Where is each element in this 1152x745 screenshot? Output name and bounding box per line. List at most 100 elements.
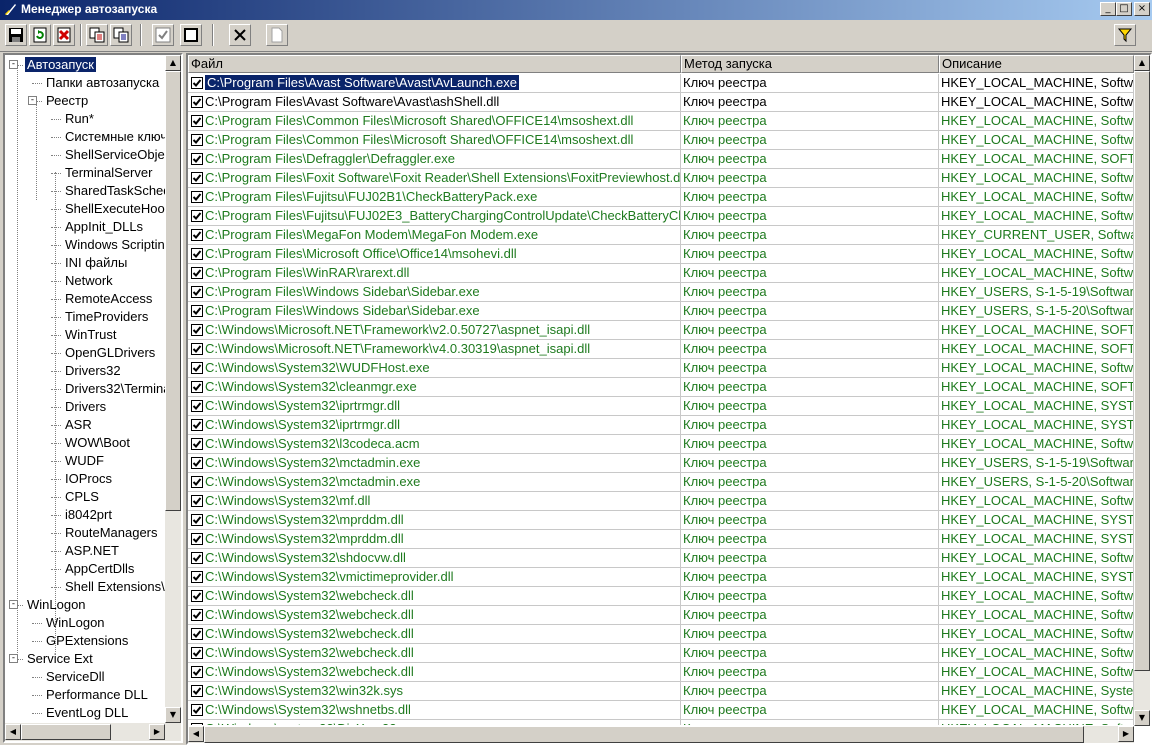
tree-item[interactable]: Реестр — [44, 92, 90, 110]
table-row[interactable]: C:\Windows\Microsoft.NET\Framework\v4.0.… — [188, 340, 1134, 359]
table-row[interactable]: C:\Program Files\Fujitsu\FUJ02E3_Battery… — [188, 207, 1134, 226]
scroll-left-arrow-icon[interactable]: ◀ — [188, 726, 204, 742]
tree-item[interactable]: AppInit_DLLs — [63, 218, 145, 236]
enabled-checkbox[interactable] — [191, 305, 203, 317]
scroll-thumb[interactable] — [204, 726, 1084, 743]
tree-item[interactable]: Drivers32\Terminal — [63, 380, 167, 398]
tree-item[interactable]: RouteManagers — [63, 524, 160, 542]
table-row[interactable]: C:\Windows\System32\mprddm.dll Ключ реест… — [188, 530, 1134, 549]
scroll-down-arrow-icon[interactable]: ▼ — [1134, 710, 1150, 726]
scroll-thumb[interactable] — [165, 71, 181, 511]
scroll-thumb[interactable] — [21, 724, 111, 740]
table-row[interactable]: C:\Windows\System32\webcheck.dll Ключ рее… — [188, 587, 1134, 606]
tree-item[interactable]: Папки автозапуска — [44, 74, 161, 92]
delete-button[interactable] — [53, 24, 75, 46]
enabled-checkbox[interactable] — [191, 96, 203, 108]
enabled-checkbox[interactable] — [191, 362, 203, 374]
table-row[interactable]: C:\Windows\Microsoft.NET\Framework\v2.0.… — [188, 321, 1134, 340]
tree-item[interactable]: Performance DLL — [44, 686, 150, 704]
table-row[interactable]: C:\Program Files\Common Files\Microsoft … — [188, 131, 1134, 150]
enabled-checkbox[interactable] — [191, 647, 203, 659]
table-row[interactable]: C:\Program Files\WinRAR\rarext.dll Ключ р… — [188, 264, 1134, 283]
enabled-checkbox[interactable] — [191, 134, 203, 146]
scroll-thumb[interactable] — [1134, 71, 1150, 671]
enabled-checkbox[interactable] — [191, 723, 203, 725]
autorun-list[interactable]: Файл Метод запуска Описание C:\Program F… — [186, 53, 1152, 745]
save-button[interactable] — [5, 24, 27, 46]
enabled-checkbox[interactable] — [191, 514, 203, 526]
tree-item[interactable]: Drivers32 — [63, 362, 123, 380]
tree-item[interactable]: WUDF — [63, 452, 106, 470]
table-row[interactable]: C:\Windows\System32\mprddm.dll Ключ реест… — [188, 511, 1134, 530]
tree-item[interactable]: Drivers — [63, 398, 108, 416]
uncheck-button[interactable] — [180, 24, 202, 46]
enabled-checkbox[interactable] — [191, 210, 203, 222]
title-bar[interactable]: Менеджер автозапуска _ □ × — [0, 0, 1152, 20]
copy-button[interactable] — [86, 24, 108, 46]
table-row[interactable]: C:\Windows\System32\mctadmin.exe Ключ рее… — [188, 473, 1134, 492]
enabled-checkbox[interactable] — [191, 381, 203, 393]
enabled-checkbox[interactable] — [191, 609, 203, 621]
scroll-left-arrow-icon[interactable]: ◀ — [5, 724, 21, 740]
enabled-checkbox[interactable] — [191, 172, 203, 184]
column-header-file[interactable]: Файл — [188, 55, 681, 73]
tree-item[interactable]: ASP.NET — [63, 542, 121, 560]
enabled-checkbox[interactable] — [191, 571, 203, 583]
category-tree[interactable]: Автозапуск - Папки автозапуска Реестр - Run* С… — [3, 53, 183, 743]
enabled-checkbox[interactable] — [191, 685, 203, 697]
table-row[interactable]: C:\Windows\System32\l3codeca.acm Ключ рее… — [188, 435, 1134, 454]
table-row[interactable]: C:\Windows\System32\mctadmin.exe Ключ рее… — [188, 454, 1134, 473]
enabled-checkbox[interactable] — [191, 248, 203, 260]
tree-item[interactable]: Системные ключи — [63, 128, 167, 146]
tree-item[interactable]: TimeProviders — [63, 308, 150, 326]
tree-item[interactable]: OpenGLDrivers — [63, 344, 157, 362]
column-header-method[interactable]: Метод запуска — [681, 55, 939, 73]
table-row[interactable]: C:\Windows\system32\DivXsm32.acm Ключ рее… — [188, 720, 1134, 725]
tree-item[interactable]: EventLog DLL — [44, 704, 130, 722]
scroll-right-arrow-icon[interactable]: ▶ — [1118, 726, 1134, 742]
close-button[interactable]: × — [1134, 2, 1150, 16]
scroll-up-arrow-icon[interactable]: ▲ — [1134, 55, 1150, 71]
tree-item[interactable]: Автозапуск — [25, 56, 96, 74]
enabled-checkbox[interactable] — [191, 115, 203, 127]
tree-item[interactable]: ServiceDll — [44, 668, 107, 686]
table-row[interactable]: C:\Program Files\Windows Sidebar\Sidebar… — [188, 302, 1134, 321]
tree-item[interactable]: ShellExecuteHooks — [63, 200, 167, 218]
enabled-checkbox[interactable] — [191, 495, 203, 507]
table-row[interactable]: C:\Program Files\Foxit Software\Foxit Re… — [188, 169, 1134, 188]
scroll-right-arrow-icon[interactable]: ▶ — [149, 724, 165, 740]
table-row[interactable]: C:\Windows\System32\mf.dll Ключ реестра HK… — [188, 492, 1134, 511]
table-row[interactable]: C:\Windows\System32\iprtrmgr.dll Ключ рее… — [188, 397, 1134, 416]
tree-item[interactable]: CPLS — [63, 488, 101, 506]
enabled-checkbox[interactable] — [191, 552, 203, 564]
tree-item[interactable]: INI файлы — [63, 254, 129, 272]
tree-item[interactable]: WinLogon — [25, 596, 88, 614]
table-row[interactable]: C:\Windows\System32\WUDFHost.exe Ключ рее… — [188, 359, 1134, 378]
enabled-checkbox[interactable] — [191, 191, 203, 203]
enabled-checkbox[interactable] — [191, 267, 203, 279]
table-row[interactable]: C:\Windows\System32\shdocvw.dll Ключ реес… — [188, 549, 1134, 568]
table-row[interactable]: C:\Windows\System32\iprtrmgr.dll Ключ рее… — [188, 416, 1134, 435]
list-horizontal-scrollbar[interactable]: ◀ ▶ — [188, 726, 1134, 743]
refresh-button[interactable] — [29, 24, 51, 46]
list-vertical-scrollbar[interactable]: ▲ ▼ — [1134, 55, 1150, 726]
new-page-button[interactable] — [266, 24, 288, 46]
remove-button[interactable] — [229, 24, 251, 46]
enabled-checkbox[interactable] — [191, 286, 203, 298]
tree-item[interactable]: SharedTaskScheduler — [63, 182, 167, 200]
enabled-checkbox[interactable] — [191, 457, 203, 469]
tree-vertical-scrollbar[interactable]: ▲ ▼ — [165, 55, 181, 723]
copy-all-button[interactable] — [110, 24, 132, 46]
filter-button[interactable] — [1114, 24, 1136, 46]
enabled-checkbox[interactable] — [191, 438, 203, 450]
tree-item[interactable]: ASR — [63, 416, 94, 434]
table-row[interactable]: C:\Windows\System32\vmictimeprovider.dll… — [188, 568, 1134, 587]
tree-horizontal-scrollbar[interactable]: ◀ ▶ — [5, 723, 181, 741]
table-row[interactable]: C:\Program Files\Microsoft Office\Office… — [188, 245, 1134, 264]
table-row[interactable]: C:\Windows\System32\win32k.sys Ключ реест… — [188, 682, 1134, 701]
tree-item[interactable]: ShellServiceObjects — [63, 146, 167, 164]
table-row[interactable]: C:\Windows\System32\wshnetbs.dll Ключ рее… — [188, 701, 1134, 720]
tree-item[interactable]: AppCertDlls — [63, 560, 136, 578]
tree-item[interactable]: RemoteAccess — [63, 290, 154, 308]
maximize-button[interactable]: □ — [1116, 2, 1132, 16]
